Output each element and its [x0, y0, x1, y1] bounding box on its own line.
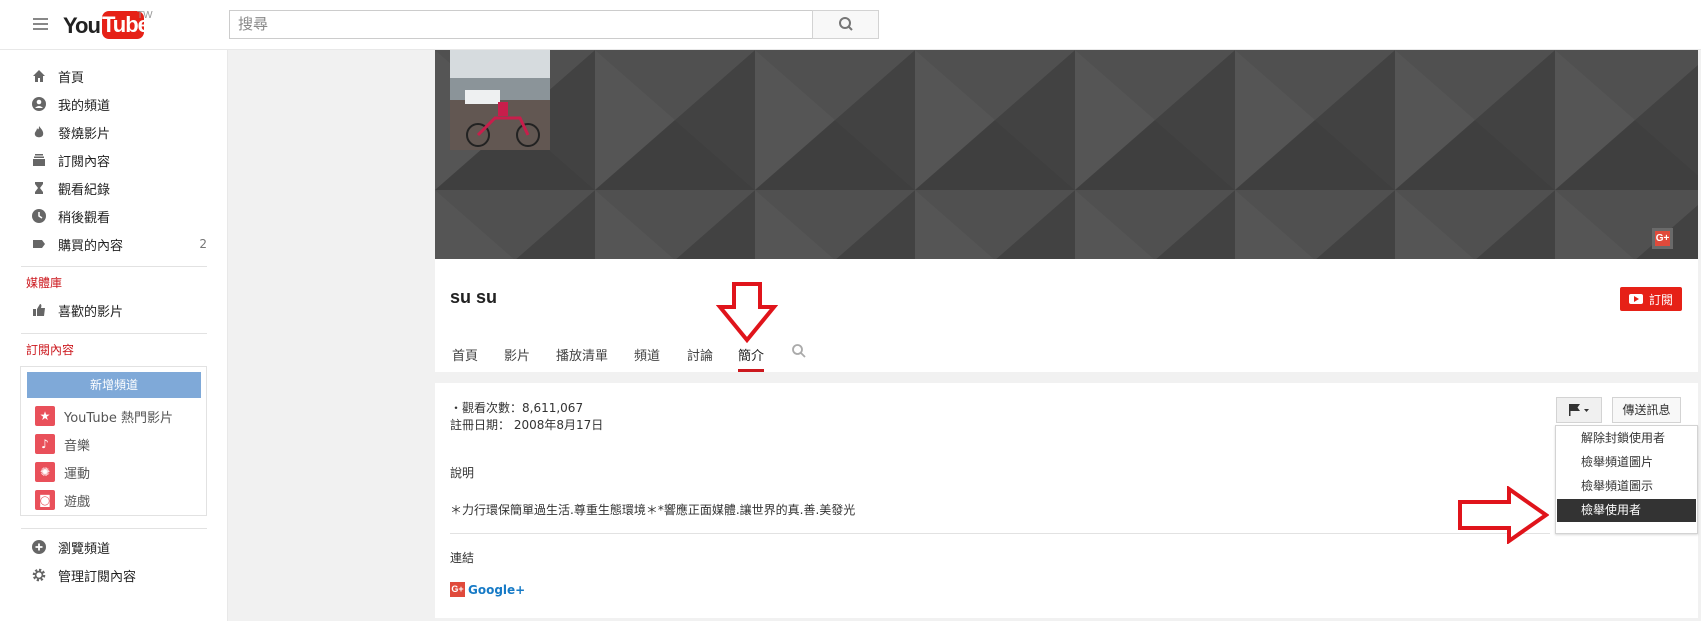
sidebar-divider [21, 333, 207, 334]
sidebar-divider [21, 266, 207, 267]
sidebar-item-browse-channels[interactable]: 瀏覽頻道 [32, 535, 207, 559]
sidebar-item-home[interactable]: 首頁 [32, 64, 207, 88]
home-icon [32, 69, 46, 83]
banner-pattern [435, 50, 1698, 259]
tab-channels[interactable]: 頻道 [634, 345, 660, 372]
ball-icon: ✺ [35, 462, 55, 482]
google-plus-icon: G+ [450, 582, 465, 597]
banner-google-plus-icon[interactable]: G+ [1652, 228, 1673, 249]
sidebar-item-label: 訂閱內容 [58, 154, 111, 170]
sidebar-item-label: 我的頻道 [58, 98, 111, 114]
subscription-item[interactable]: ✺ 運動 [35, 461, 90, 483]
account-icon [32, 97, 46, 111]
gamepad-icon: ◙ [35, 490, 55, 510]
tab-playlists[interactable]: 播放清單 [556, 345, 608, 372]
send-message-button[interactable]: 傳送訊息 [1612, 397, 1681, 423]
sidebar-item-label: 稍後觀看 [58, 210, 111, 226]
google-plus-label: Google+ [468, 582, 526, 597]
gear-icon [32, 568, 46, 582]
annotation-right-arrow [1458, 486, 1549, 544]
logo-you-text: You [63, 13, 101, 38]
subscriptions-icon [32, 153, 46, 167]
subscriptions-section-title[interactable]: 訂閱內容 [26, 341, 74, 358]
flag-menu-button[interactable] [1556, 397, 1602, 423]
sidebar-item-label: 管理訂閱內容 [58, 569, 137, 585]
links-heading: 連結 [450, 551, 475, 565]
library-section-title[interactable]: 媒體庫 [26, 274, 62, 291]
tab-about[interactable]: 簡介 [738, 345, 765, 372]
subscription-label: 遊戲 [64, 494, 91, 510]
tab-home[interactable]: 首頁 [452, 345, 478, 372]
subscribe-label: 訂閱 [1648, 292, 1673, 307]
guide-sidebar: 首頁 我的頻道 發燒影片 訂閱內容 觀看紀錄 稍後觀看 購買的內容 2 媒體庫 … [0, 50, 228, 621]
sidebar-item-label: 觀看紀錄 [58, 182, 111, 198]
channel-title[interactable]: su su [450, 287, 497, 308]
clock-icon [32, 209, 46, 223]
menu-item-unblock-user[interactable]: 解除封鎖使用者 [1557, 427, 1696, 450]
add-channel-button[interactable]: 新增頻道 [27, 372, 201, 398]
channel-header: su su 訂閱 首頁 影片 播放清單 頻道 討論 簡介 [435, 259, 1698, 372]
description-heading: 說明 [450, 466, 475, 480]
channel-description: ＊力行環保簡單過生活.尊重生態環境＊*響應正面媒體.讓世界的真.善.美發光 [450, 503, 856, 517]
menu-item-report-channel-icon[interactable]: 檢舉頻道圖示 [1557, 475, 1696, 498]
channel-search-icon[interactable] [791, 343, 807, 359]
sidebar-item-label: 發燒影片 [58, 126, 111, 142]
sidebar-item-label: 喜歡的影片 [58, 304, 124, 320]
avatar-photo [450, 50, 550, 150]
subscribe-button[interactable]: 訂閱 [1620, 287, 1682, 311]
sidebar-item-history[interactable]: 觀看紀錄 [32, 176, 207, 200]
sidebar-divider [21, 528, 207, 529]
plus-circle-icon [32, 540, 46, 554]
thumbs-up-icon [32, 303, 46, 317]
view-count: ・觀看次數：8,611,067 [450, 401, 584, 415]
search-input[interactable]: 搜尋 [229, 10, 813, 39]
sidebar-item-label: 首頁 [58, 70, 85, 86]
subscription-item[interactable]: ♪ 音樂 [35, 433, 90, 455]
google-plus-link[interactable]: G+ Google+ [450, 582, 525, 597]
search-button[interactable] [812, 10, 879, 39]
masthead: You Tube TW 搜尋 [0, 0, 1701, 50]
sidebar-item-purchases[interactable]: 購買的內容 2 [32, 232, 207, 256]
tab-discussion[interactable]: 討論 [687, 345, 713, 372]
region-label: TW [137, 10, 153, 21]
menu-icon[interactable] [33, 18, 48, 30]
subscription-label: 音樂 [64, 438, 91, 454]
purchases-count: 2 [199, 237, 207, 251]
annotation-down-arrow [716, 282, 778, 343]
about-divider [450, 533, 1550, 534]
sidebar-item-watch-later[interactable]: 稍後觀看 [32, 204, 207, 228]
joined-date: 註冊日期： 2008年8月17日 [450, 418, 604, 432]
subscription-label: YouTube 熱門影片 [64, 410, 173, 426]
sidebar-item-trending[interactable]: 發燒影片 [32, 120, 207, 144]
tab-videos[interactable]: 影片 [504, 345, 530, 372]
flag-dropdown-menu: 解除封鎖使用者 檢舉頻道圖片 檢舉頻道圖示 檢舉使用者 [1555, 425, 1698, 534]
menu-item-report-channel-art[interactable]: 檢舉頻道圖片 [1557, 451, 1696, 474]
hourglass-icon [32, 181, 46, 195]
channel-banner [435, 50, 1698, 259]
flag-icon [1569, 404, 1589, 416]
sidebar-item-subscriptions[interactable]: 訂閱內容 [32, 148, 207, 172]
subscriptions-box: 新增頻道 ★ YouTube 熱門影片 ♪ 音樂 ✺ 運動 ◙ 遊戲 [20, 366, 207, 516]
menu-item-report-user[interactable]: 檢舉使用者 [1557, 499, 1696, 522]
search-icon [839, 17, 853, 31]
star-icon: ★ [35, 406, 55, 426]
subscription-item[interactable]: ◙ 遊戲 [35, 489, 90, 511]
channel-avatar[interactable] [450, 50, 550, 150]
youtube-play-icon [1628, 294, 1643, 304]
sidebar-item-liked-videos[interactable]: 喜歡的影片 [32, 298, 207, 322]
subscription-item[interactable]: ★ YouTube 熱門影片 [35, 405, 173, 427]
subscription-label: 運動 [64, 466, 91, 482]
sidebar-item-label: 瀏覽頻道 [58, 541, 111, 557]
flame-icon [32, 125, 46, 139]
music-note-icon: ♪ [35, 434, 55, 454]
sidebar-item-manage-subscriptions[interactable]: 管理訂閱內容 [32, 563, 207, 587]
tag-icon [32, 237, 46, 251]
sidebar-item-my-channel[interactable]: 我的頻道 [32, 92, 207, 116]
sidebar-item-label: 購買的內容 [58, 238, 124, 254]
